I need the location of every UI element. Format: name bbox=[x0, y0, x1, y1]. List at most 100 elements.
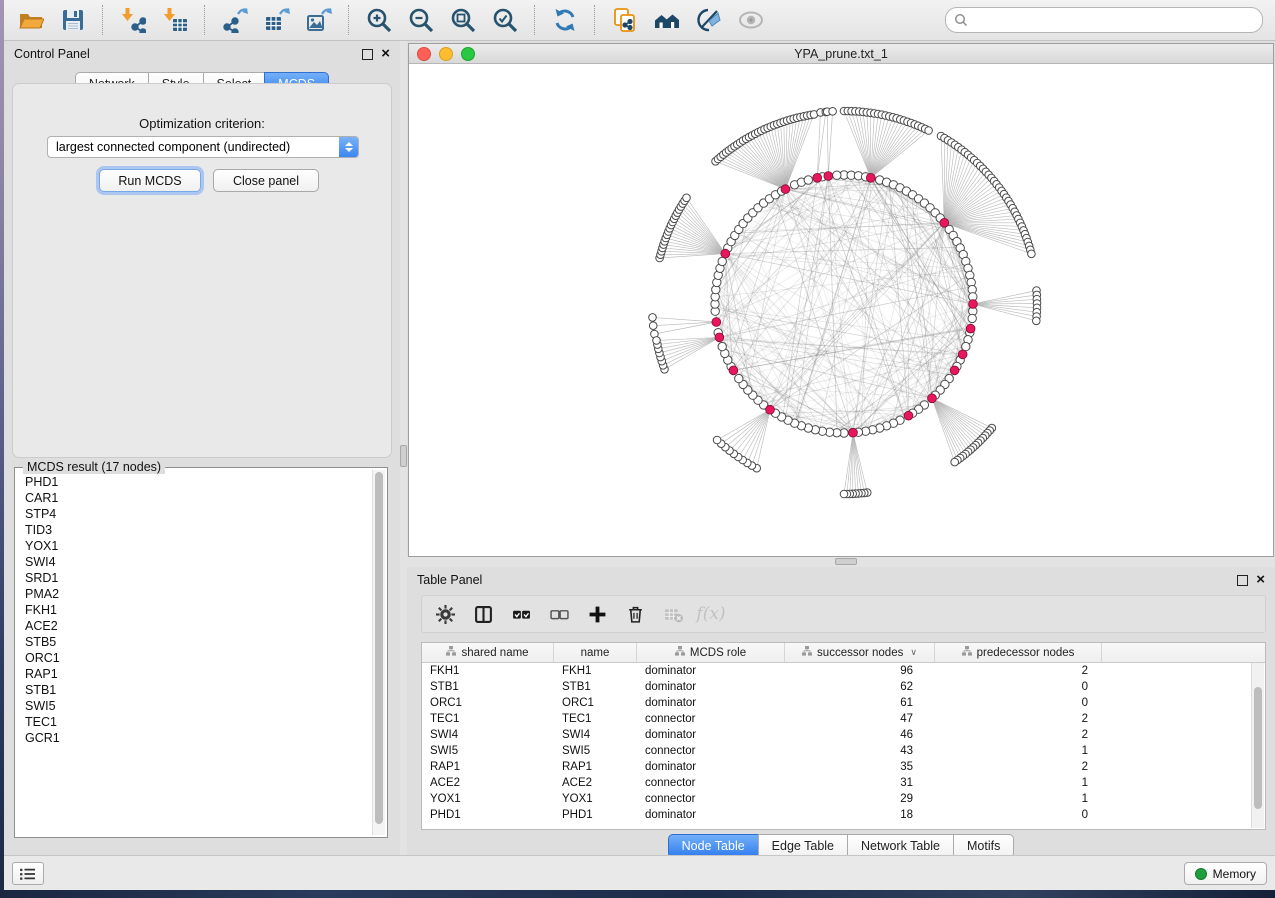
graph-hub-node[interactable] bbox=[958, 350, 967, 359]
graph-node[interactable] bbox=[804, 176, 812, 184]
network-canvas[interactable] bbox=[409, 64, 1273, 556]
table-mode-icon[interactable] bbox=[432, 601, 458, 627]
mcds-result-item[interactable]: PHD1 bbox=[17, 474, 371, 490]
search-field[interactable] bbox=[945, 7, 1263, 33]
graph-leaf-node[interactable] bbox=[1028, 250, 1036, 258]
graph-hub-node[interactable] bbox=[969, 300, 978, 309]
graph-leaf-node[interactable] bbox=[951, 458, 959, 466]
graph-hub-node[interactable] bbox=[849, 428, 858, 437]
export-table-icon[interactable] bbox=[262, 5, 292, 35]
column-header-predecessor-nodes[interactable]: predecessor nodes bbox=[935, 643, 1102, 662]
show-columns-icon[interactable] bbox=[470, 601, 496, 627]
graph-hub-node[interactable] bbox=[950, 366, 959, 375]
zoom-selected-icon[interactable] bbox=[490, 5, 520, 35]
export-network-icon[interactable] bbox=[220, 5, 250, 35]
graph-leaf-node[interactable] bbox=[683, 194, 691, 202]
graph-node[interactable] bbox=[718, 342, 726, 350]
open-session-icon[interactable] bbox=[16, 5, 46, 35]
mcds-result-item[interactable]: TID3 bbox=[17, 522, 371, 538]
mcds-result-item[interactable]: RAP1 bbox=[17, 666, 371, 682]
delete-column-icon[interactable] bbox=[622, 601, 648, 627]
vertical-splitter[interactable] bbox=[400, 41, 407, 856]
column-header-MCDS-role[interactable]: MCDS role bbox=[637, 643, 785, 662]
table-row[interactable]: STB1STB1dominator620 bbox=[422, 679, 1265, 695]
mcds-result-item[interactable]: SWI5 bbox=[17, 698, 371, 714]
mcds-result-item[interactable]: STB1 bbox=[17, 682, 371, 698]
graph-node[interactable] bbox=[735, 374, 743, 382]
close-panel-button[interactable]: Close panel bbox=[213, 169, 319, 192]
mcds-result-item[interactable]: ACE2 bbox=[17, 618, 371, 634]
zoom-fit-icon[interactable] bbox=[448, 5, 478, 35]
mcds-result-item[interactable]: TEC1 bbox=[17, 714, 371, 730]
vertical-splitter-handle[interactable] bbox=[400, 445, 407, 467]
table-row[interactable]: FKH1FKH1dominator962 bbox=[422, 663, 1265, 679]
memory-button[interactable]: Memory bbox=[1184, 862, 1267, 885]
graph-hub-node[interactable] bbox=[781, 185, 790, 194]
save-session-icon[interactable] bbox=[58, 5, 88, 35]
graph-leaf-node[interactable] bbox=[713, 436, 721, 444]
close-table-panel-icon[interactable]: × bbox=[1256, 574, 1265, 586]
run-mcds-button[interactable]: Run MCDS bbox=[99, 169, 201, 192]
import-table-icon[interactable] bbox=[160, 5, 190, 35]
select-all-icon[interactable] bbox=[508, 601, 534, 627]
graph-leaf-node[interactable] bbox=[649, 322, 657, 330]
float-panel-icon[interactable] bbox=[362, 49, 373, 60]
float-table-panel-icon[interactable] bbox=[1237, 575, 1248, 586]
zoom-out-icon[interactable] bbox=[406, 5, 436, 35]
table-row[interactable]: SWI4SWI4dominator462 bbox=[422, 727, 1265, 743]
mcds-result-item[interactable]: STP4 bbox=[17, 506, 371, 522]
graph-hub-node[interactable] bbox=[729, 366, 738, 375]
create-column-icon[interactable] bbox=[584, 601, 610, 627]
graph-node[interactable] bbox=[962, 342, 970, 350]
table-scrollbar[interactable] bbox=[1251, 663, 1264, 828]
deselect-all-icon[interactable] bbox=[546, 601, 572, 627]
horizontal-splitter[interactable] bbox=[407, 557, 1275, 567]
graph-leaf-node[interactable] bbox=[649, 314, 657, 322]
table-row[interactable]: ACE2ACE2connector311 bbox=[422, 775, 1265, 791]
graph-leaf-node[interactable] bbox=[1033, 317, 1041, 325]
graph-hub-node[interactable] bbox=[866, 173, 875, 182]
mcds-result-item[interactable]: ORC1 bbox=[17, 650, 371, 666]
graph-node[interactable] bbox=[718, 257, 726, 265]
table-row[interactable]: ORC1ORC1dominator610 bbox=[422, 695, 1265, 711]
panel-list-button[interactable] bbox=[12, 862, 44, 885]
graph-hub-node[interactable] bbox=[966, 324, 975, 333]
column-header-successor-nodes[interactable]: successor nodes∨ bbox=[785, 643, 935, 662]
mcds-result-item[interactable]: CAR1 bbox=[17, 490, 371, 506]
mcds-result-item[interactable]: SWI4 bbox=[17, 554, 371, 570]
graph-leaf-node[interactable] bbox=[829, 108, 837, 116]
table-row[interactable]: TEC1TEC1connector472 bbox=[422, 711, 1265, 727]
refresh-icon[interactable] bbox=[550, 5, 580, 35]
mcds-result-item[interactable]: YOX1 bbox=[17, 538, 371, 554]
column-header-shared-name[interactable]: shared name bbox=[422, 643, 554, 662]
graph-node[interactable] bbox=[968, 314, 976, 322]
mcds-result-item[interactable]: PMA2 bbox=[17, 586, 371, 602]
graph-leaf-node[interactable] bbox=[925, 127, 933, 135]
table-row[interactable]: SWI5SWI5connector431 bbox=[422, 743, 1265, 759]
graph-hub-node[interactable] bbox=[715, 333, 724, 342]
graph-hub-node[interactable] bbox=[712, 318, 721, 327]
criterion-select[interactable]: largest connected component (undirected) bbox=[47, 136, 359, 158]
mcds-result-item[interactable]: STB5 bbox=[17, 634, 371, 650]
graph-leaf-node[interactable] bbox=[840, 490, 848, 498]
first-neighbors-icon[interactable] bbox=[652, 5, 682, 35]
table-row[interactable]: PHD1PHD1dominator180 bbox=[422, 807, 1265, 823]
graph-hub-node[interactable] bbox=[940, 218, 949, 227]
graph-hub-node[interactable] bbox=[766, 405, 775, 414]
import-network-icon[interactable] bbox=[118, 5, 148, 35]
graph-hub-node[interactable] bbox=[721, 249, 730, 258]
mcds-result-item[interactable]: FKH1 bbox=[17, 602, 371, 618]
mcds-result-item[interactable]: GCR1 bbox=[17, 730, 371, 746]
graph-hub-node[interactable] bbox=[928, 394, 937, 403]
result-scrollbar[interactable] bbox=[372, 470, 385, 835]
clone-network-icon[interactable] bbox=[610, 5, 640, 35]
horizontal-splitter-handle[interactable] bbox=[835, 558, 857, 565]
table-row[interactable]: RAP1RAP1dominator352 bbox=[422, 759, 1265, 775]
graph-leaf-node[interactable] bbox=[653, 337, 661, 345]
graph-hub-node[interactable] bbox=[813, 173, 822, 182]
table-row[interactable]: YOX1YOX1connector291 bbox=[422, 791, 1265, 807]
show-all-icon[interactable] bbox=[736, 5, 766, 35]
zoom-in-icon[interactable] bbox=[364, 5, 394, 35]
graph-hub-node[interactable] bbox=[904, 411, 913, 420]
graph-hub-node[interactable] bbox=[824, 172, 833, 181]
